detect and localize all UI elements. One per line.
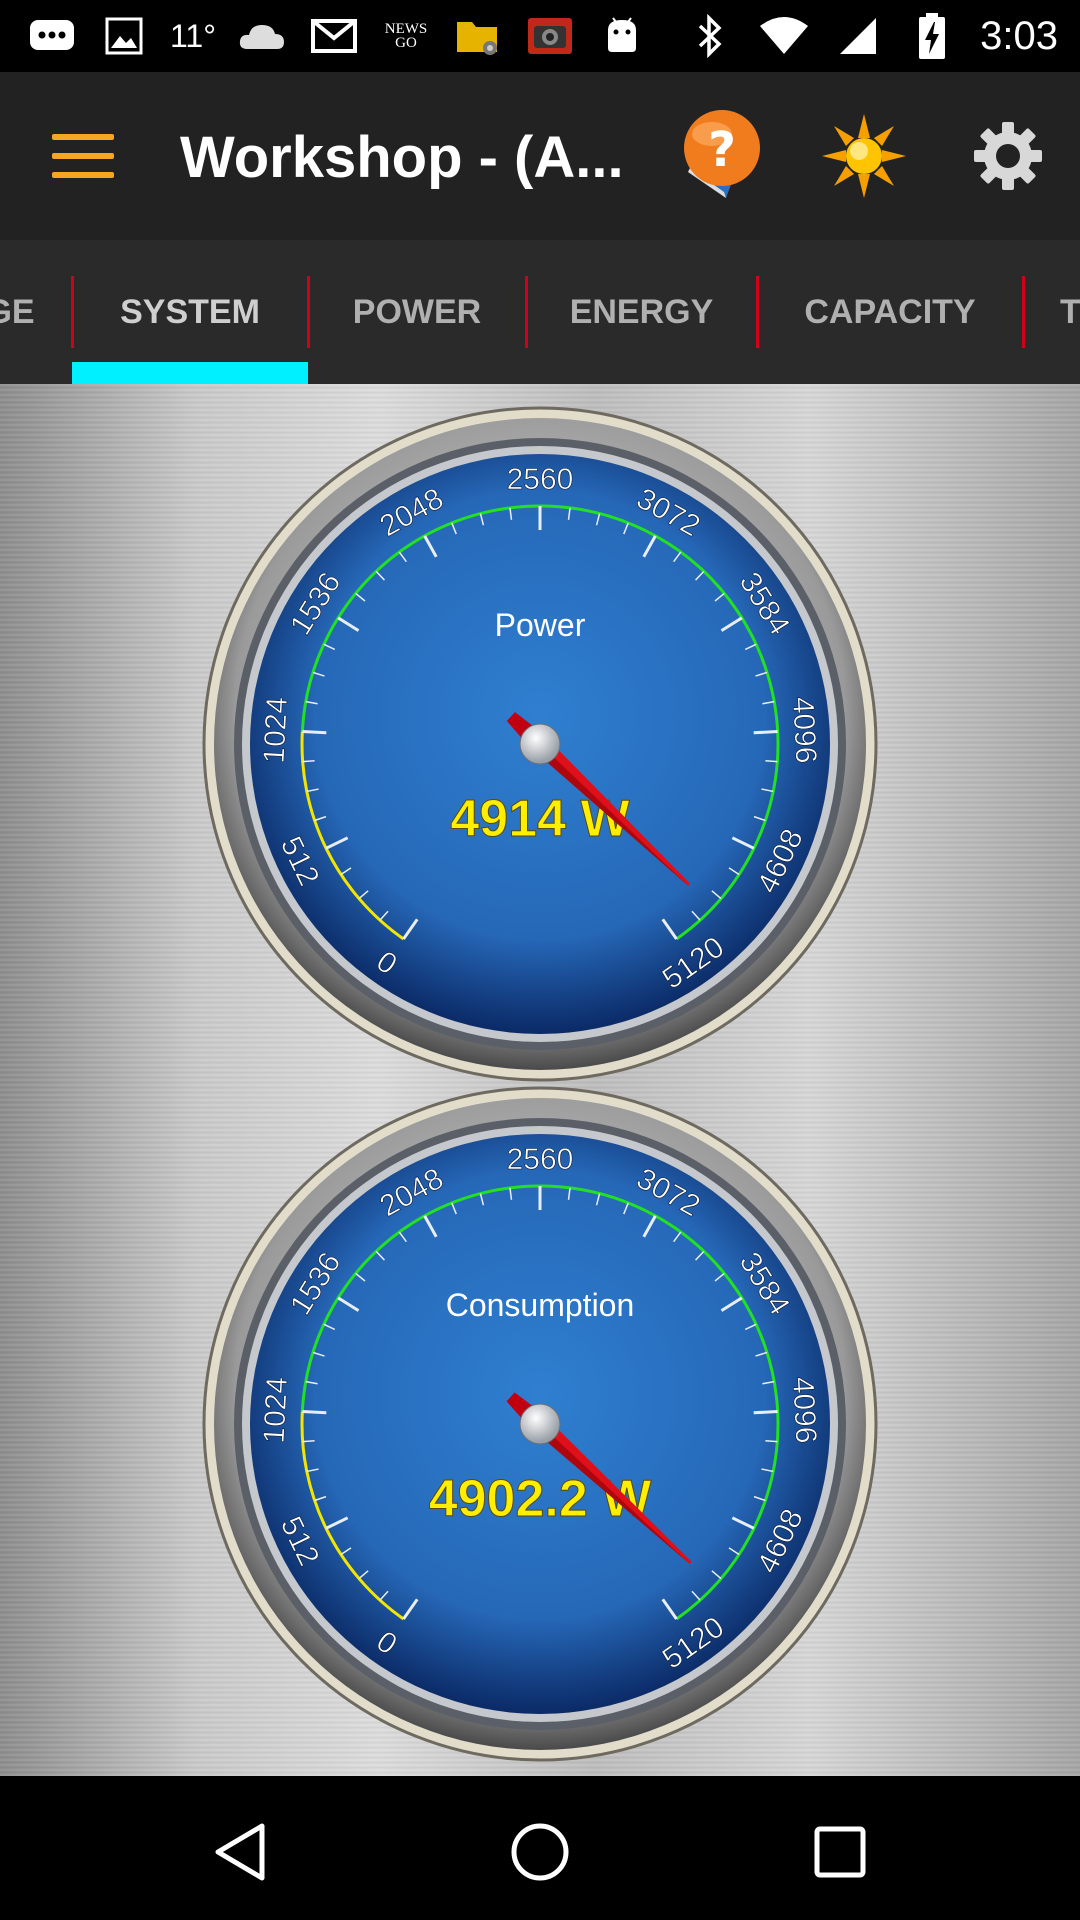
gauge-needle-hub xyxy=(519,1403,561,1445)
status-bar: 11° NEWS GO 3:03 xyxy=(0,0,1080,72)
gauge-tick-label: 4096 xyxy=(786,696,822,764)
recents-icon[interactable] xyxy=(800,1812,880,1892)
gauge-panel: 0 512 1024 1536 2048 2560 3072 3584 4096 4608 5120… xyxy=(0,384,1080,1776)
gauge-tick-label: 2560 xyxy=(507,1143,574,1176)
messages-icon xyxy=(26,10,78,62)
signal-icon xyxy=(832,10,884,62)
battery-charging-icon xyxy=(906,10,958,62)
gauge-minor-tick xyxy=(302,760,315,763)
bluetooth-icon xyxy=(684,10,736,62)
gauge-title: Consumption xyxy=(446,1287,635,1323)
gauge-minor-tick xyxy=(765,760,778,763)
tab-capacity[interactable]: CAPACITY xyxy=(757,240,1023,384)
gauge-tick-label: 2560 xyxy=(507,463,574,496)
power-gauge: 0 512 1024 1536 2048 2560 3072 3584 4096 4608 5120… xyxy=(200,404,880,1084)
consumption-gauge: 0 512 1024 1536 2048 2560 3072 3584 4096 4608 5120… xyxy=(200,1084,880,1764)
gauge-tick-label: 4096 xyxy=(786,1376,822,1444)
tab-bar: GE SYSTEM POWER ENERGY CAPACITY T xyxy=(0,240,1080,384)
ctv-news-icon: NEWS GO xyxy=(384,21,428,51)
gauge-major-tick xyxy=(753,730,778,735)
help-book-icon[interactable]: ? xyxy=(672,108,768,204)
android-debug-icon xyxy=(596,10,648,62)
page-title: Workshop - (A... xyxy=(180,125,624,190)
active-tab-indicator xyxy=(72,362,308,384)
back-icon[interactable] xyxy=(200,1812,280,1892)
weather-cloud-icon xyxy=(236,10,288,62)
gauge-minor-tick xyxy=(765,1440,778,1443)
gauge-minor-tick xyxy=(302,1440,315,1443)
gauge-tick-label: 1024 xyxy=(258,696,294,764)
file-manager-icon xyxy=(452,10,504,62)
temperature-readout: 11° xyxy=(170,17,217,54)
system-nav-bar xyxy=(0,1776,1080,1920)
gauge-major-tick xyxy=(753,1410,778,1415)
gauge-major-tick xyxy=(302,1410,327,1415)
camera-icon xyxy=(524,10,576,62)
gmail-icon xyxy=(308,10,360,62)
gallery-icon xyxy=(98,10,150,62)
app-toolbar: Workshop - (A... ? xyxy=(0,72,1080,240)
gauge-title: Power xyxy=(495,607,586,643)
gauge-major-tick xyxy=(302,730,327,735)
gauge-needle-hub xyxy=(519,723,561,765)
tab-separator xyxy=(1022,276,1025,348)
tab-usage[interactable]: GE xyxy=(0,240,40,384)
gauge-tick-label: 1024 xyxy=(258,1376,294,1444)
tab-energy[interactable]: ENERGY xyxy=(526,240,757,384)
gauge-dial: 0512102415362048256030723584409646085120… xyxy=(202,1086,878,1762)
svg-text:?: ? xyxy=(708,122,736,178)
hamburger-icon[interactable] xyxy=(52,134,114,178)
sun-icon[interactable] xyxy=(816,108,912,204)
clock: 3:03 xyxy=(980,13,1058,58)
tab-power[interactable]: POWER xyxy=(308,240,526,384)
home-icon[interactable] xyxy=(500,1812,580,1892)
gear-icon[interactable] xyxy=(960,108,1056,204)
gauge-dial: 0512102415362048256030723584409646085120… xyxy=(202,406,878,1082)
tab-next[interactable]: T xyxy=(1060,240,1080,384)
wifi-icon xyxy=(758,10,810,62)
